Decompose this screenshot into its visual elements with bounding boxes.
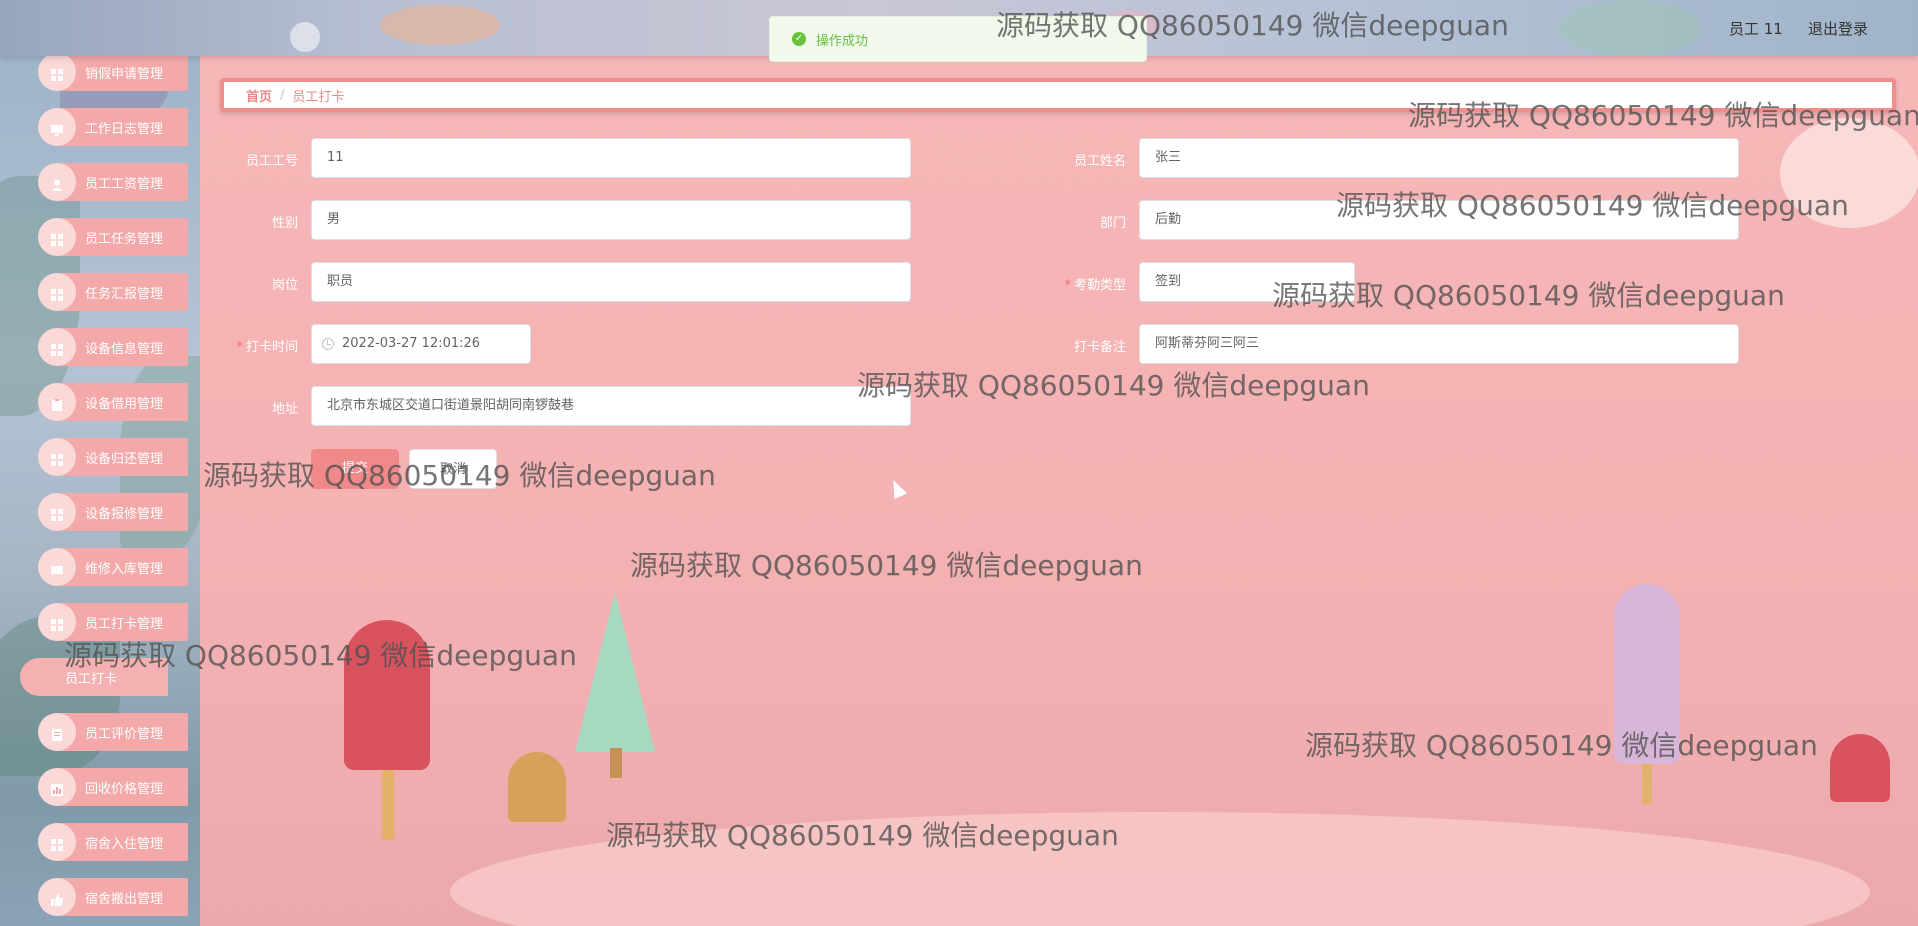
sidebar-item[interactable]: 销假申请管理 [20, 53, 188, 91]
grid-icon [51, 451, 63, 466]
thumb-icon [51, 891, 63, 906]
sidebar-subitem[interactable]: 员工打卡 [20, 658, 168, 696]
grid-icon [51, 286, 63, 301]
sidebar-item-label: 设备报修管理 [85, 507, 164, 522]
punch-time-label-text: 打卡时间 [245, 340, 298, 355]
employee-no-field[interactable]: 11 [311, 138, 911, 178]
sidebar-item[interactable]: 员工打卡管理 [20, 603, 188, 641]
required-mark: * [236, 340, 243, 355]
sidebar-item-label: 员工打卡 [65, 672, 118, 687]
platform-decor [450, 812, 1870, 926]
decor-blob [290, 22, 320, 52]
address-label: 地址 [271, 402, 298, 417]
grid-icon [51, 231, 63, 246]
sidebar-item-label: 设备信息管理 [85, 342, 164, 357]
employee-name-label: 员工姓名 [1073, 154, 1126, 169]
sidebar-item[interactable]: 设备报修管理 [20, 493, 188, 531]
sidebar-item[interactable]: 回收价格管理 [20, 768, 188, 806]
sidebar-item[interactable]: 维修入库管理 [20, 548, 188, 586]
sidebar-item-label: 员工评价管理 [85, 727, 164, 742]
sidebar-item[interactable]: 员工任务管理 [20, 218, 188, 256]
logout-link[interactable]: 退出登录 [1808, 18, 1868, 39]
clipboard-icon [51, 396, 63, 411]
submit-button[interactable]: 提交 [311, 449, 399, 489]
position-label: 岗位 [271, 278, 298, 293]
grid-icon [51, 616, 63, 631]
punch-time-value: 2022-03-27 12:01:26 [342, 336, 481, 351]
grid-icon [51, 66, 63, 81]
sidebar-item[interactable]: 宿舍入住管理 [20, 823, 188, 861]
punch-time-label: * 打卡时间 [198, 336, 298, 355]
position-field[interactable]: 职员 [311, 262, 911, 302]
grid-icon [51, 836, 63, 851]
stick-decor [1642, 764, 1652, 804]
attendance-type-label: * 考勤类型 [1026, 274, 1126, 293]
sidebar-item[interactable]: 设备借用管理 [20, 383, 188, 421]
stacked-popsicle-decor [1614, 584, 1680, 764]
punch-note-label: 打卡备注 [1073, 340, 1126, 355]
decor-blob [380, 5, 500, 45]
cancel-button[interactable]: 取消 [409, 449, 497, 489]
punch-note-field[interactable]: 阿斯蒂芬阿三阿三 [1139, 324, 1739, 364]
watermark-text: 源码获取 QQ86050149 微信deepguan [1305, 729, 1818, 762]
sidebar-item-label: 销假申请管理 [85, 67, 164, 82]
sidebar-item-label: 设备归还管理 [85, 452, 164, 467]
employee-name-field[interactable]: 张三 [1139, 138, 1739, 178]
attendance-type-label-text: 考勤类型 [1073, 278, 1126, 293]
decor-blob [1560, 0, 1700, 56]
mushroom-decor [508, 752, 566, 822]
sidebar-item-label: 员工打卡管理 [85, 617, 164, 632]
check-circle-icon: ✓ [792, 32, 806, 46]
gender-label: 性别 [271, 216, 298, 231]
watermark-text: 源码获取 QQ86050149 微信deepguan [630, 549, 1143, 582]
department-field[interactable]: 后勤 [1139, 200, 1739, 240]
sidebar-item[interactable]: 工作日志管理 [20, 108, 188, 146]
success-toast: ✓ 操作成功 [769, 16, 1147, 62]
sidebar-item[interactable]: 员工工资管理 [20, 163, 188, 201]
sidebar-item-label: 回收价格管理 [85, 782, 164, 797]
toast-message: 操作成功 [816, 33, 869, 49]
person-icon [51, 176, 63, 191]
sidebar-item-label: 维修入库管理 [85, 562, 164, 577]
sidebar-item[interactable]: 设备信息管理 [20, 328, 188, 366]
breadcrumb: 首页 / 员工打卡 [220, 78, 1896, 112]
mushroom-decor [1830, 734, 1890, 802]
sidebar-item-label: 宿舍搬出管理 [85, 892, 164, 907]
breadcrumb-separator: / [280, 87, 285, 103]
employee-no-label: 员工工号 [245, 154, 298, 169]
sidebar-item-label: 设备借用管理 [85, 397, 164, 412]
punch-time-picker[interactable]: 2022-03-27 12:01:26 [311, 324, 531, 364]
monitor-icon [51, 121, 63, 136]
watermark-text: 源码获取 QQ86050149 微信deepguan [857, 369, 1370, 402]
tree-decor [575, 592, 655, 752]
clock-icon [322, 338, 334, 350]
mouse-cursor [886, 476, 908, 500]
sidebar-item[interactable]: 宿舍搬出管理 [20, 878, 188, 916]
sidebar-item-label: 宿舍入住管理 [85, 837, 164, 852]
sidebar-item[interactable]: 员工评价管理 [20, 713, 188, 751]
doc-icon [51, 726, 63, 741]
chart-icon [51, 781, 63, 796]
breadcrumb-home[interactable]: 首页 [246, 86, 272, 105]
popsicle-stick-decor [382, 770, 394, 840]
attendance-type-select[interactable]: 签到 [1139, 262, 1355, 302]
gender-field[interactable]: 男 [311, 200, 911, 240]
sidebar-item-label: 员工任务管理 [85, 232, 164, 247]
sidebar-item-label: 工作日志管理 [85, 122, 164, 137]
sidebar-item-label: 员工工资管理 [85, 177, 164, 192]
ticket-icon [51, 561, 63, 574]
address-field[interactable]: 北京市东城区交道口街道景阳胡同南锣鼓巷 [311, 386, 911, 426]
grid-icon [51, 341, 63, 356]
breadcrumb-current: 员工打卡 [292, 89, 345, 105]
sidebar-item-label: 任务汇报管理 [85, 287, 164, 302]
sidebar-item[interactable]: 任务汇报管理 [20, 273, 188, 311]
tree-trunk-decor [610, 748, 622, 778]
sidebar-item[interactable]: 设备归还管理 [20, 438, 188, 476]
required-mark: * [1064, 278, 1071, 293]
department-label: 部门 [1099, 216, 1126, 231]
grid-icon [51, 506, 63, 521]
current-user: 员工 11 [1729, 20, 1783, 38]
cloud-decor [1780, 118, 1918, 228]
popsicle-decor [344, 620, 430, 770]
